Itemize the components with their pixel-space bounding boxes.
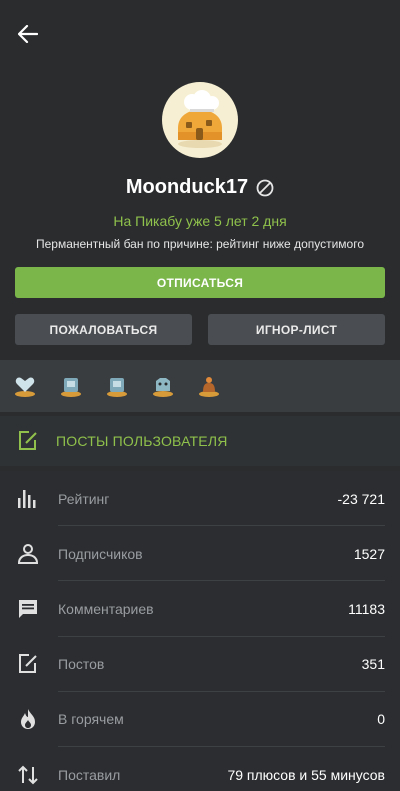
card-award-icon[interactable] <box>58 373 84 399</box>
username-row: Moonduck17 <box>0 176 400 199</box>
stat-label: Постов <box>58 656 105 673</box>
ban-icon <box>256 179 274 196</box>
stat-label: Поставил <box>58 766 121 783</box>
stat-label: В горячем <box>58 711 124 728</box>
person-icon <box>17 543 39 564</box>
stat-row-posts: Постов 351 <box>0 637 400 692</box>
card-award-2-icon[interactable] <box>104 373 130 399</box>
user-posts-label: ПОСТЫ ПОЛЬЗОВАТЕЛЯ <box>56 433 228 449</box>
mascot-award-icon[interactable] <box>150 373 176 399</box>
user-posts-link[interactable]: ПОСТЫ ПОЛЬЗОВАТЕЛЯ <box>0 416 400 466</box>
ignore-list-button[interactable]: ИГНОР-ЛИСТ <box>208 314 385 345</box>
avatar <box>162 82 238 158</box>
arrow-left-icon <box>18 25 38 43</box>
stat-row-comments: Комментариев 11183 <box>0 581 400 637</box>
awards-bar <box>0 360 400 412</box>
username: Moonduck17 <box>125 176 249 198</box>
bar-chart-icon <box>18 489 36 508</box>
stat-row-hot: В горячем 0 <box>0 692 400 747</box>
report-button[interactable]: ПОЖАЛОВАТЬСЯ <box>15 314 192 345</box>
edit-icon <box>19 431 37 450</box>
stat-label: Подписчиков <box>58 545 143 562</box>
stat-value: 351 <box>361 656 385 673</box>
stat-row-rating: Рейтинг -23 721 <box>0 471 400 527</box>
back-button[interactable] <box>12 20 44 48</box>
sort-arrows-icon <box>18 765 38 784</box>
comment-icon <box>19 599 37 618</box>
heart-award-icon[interactable] <box>12 373 38 399</box>
stat-row-subscribers: Подписчиков 1527 <box>0 526 400 582</box>
stats-list: Рейтинг -23 721 Подписчиков 1527 Коммент… <box>0 471 400 791</box>
stat-value: -23 721 <box>337 490 385 507</box>
stat-value: 1527 <box>353 545 385 562</box>
trophy-award-icon[interactable] <box>196 373 222 399</box>
stat-value: 79 плюсов и 55 минусов <box>227 766 385 783</box>
stat-label: Комментариев <box>58 600 154 617</box>
unsubscribe-button[interactable]: ОТПИСАТЬСЯ <box>15 267 385 298</box>
flame-icon <box>21 709 35 730</box>
stat-value: 11183 <box>348 600 385 617</box>
stat-row-votes: Поставил 79 плюсов и 55 минусов <box>0 747 400 791</box>
ban-reason: Перманентный бан по причине: рейтинг ниж… <box>35 237 365 251</box>
edit-icon <box>19 654 37 674</box>
stat-value: 0 <box>377 711 385 728</box>
status-bar <box>0 0 400 8</box>
on-site-duration: На Пикабу уже 5 лет 2 дня <box>113 213 287 229</box>
stat-label: Рейтинг <box>58 490 110 507</box>
